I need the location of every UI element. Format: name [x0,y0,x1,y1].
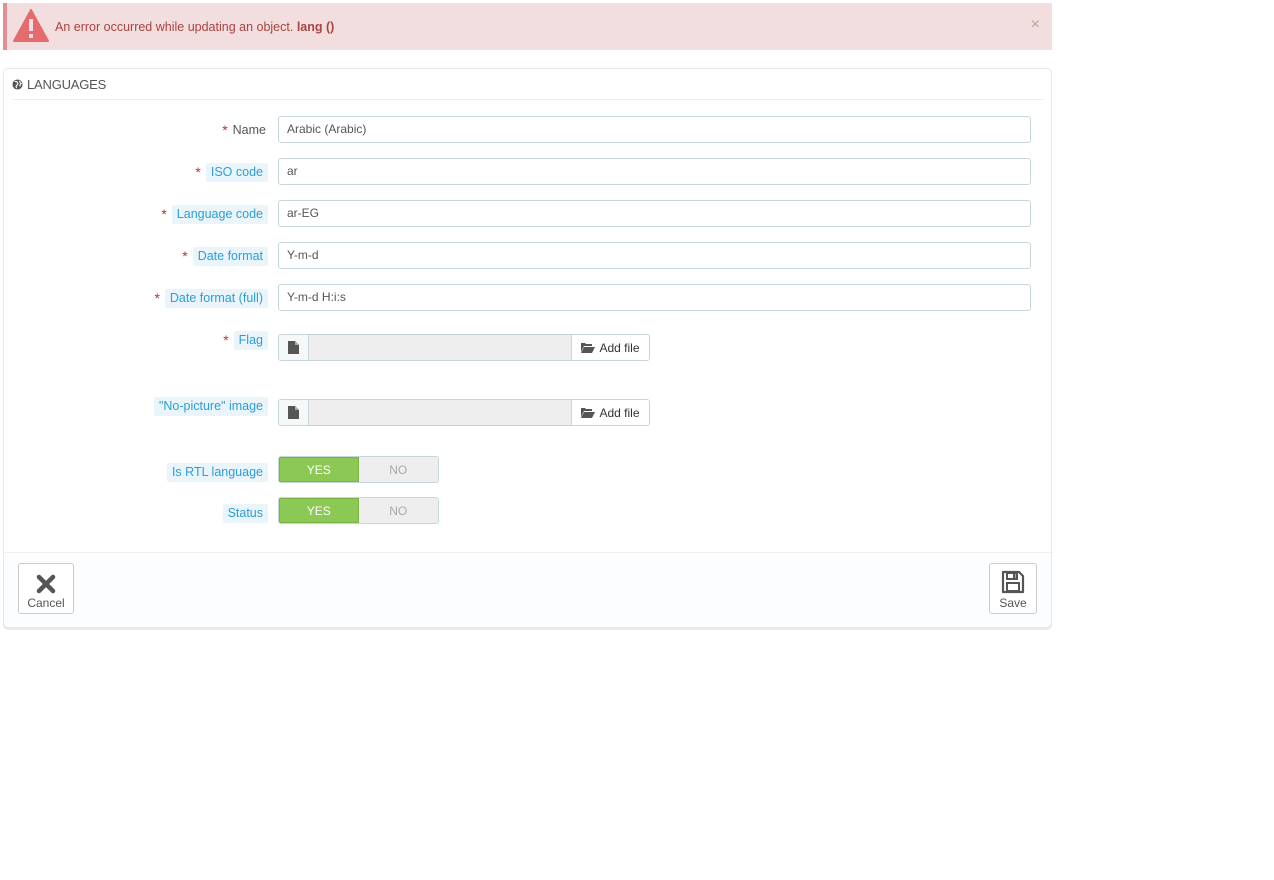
is-rtl-row: Is RTL language YES NO [4,456,1053,484]
is-rtl-no-option[interactable]: NO [358,457,438,482]
status-no-option[interactable]: NO [358,498,438,523]
flag-label[interactable]: Flag [233,330,268,350]
folder-open-icon [581,408,596,418]
cancel-button[interactable]: Cancel [18,563,74,614]
file-icon [279,400,309,425]
name-row: * Name Arabic (Arabic) [4,116,1053,144]
file-icon [279,335,309,360]
status-switch[interactable]: YES NO [278,497,439,524]
date-format-input[interactable]: Y-m-d [278,242,1031,269]
date-format-full-input[interactable]: Y-m-d H:i:s [278,284,1031,311]
panel-footer: Cancel Save [4,552,1051,627]
required-mark: * [223,332,229,348]
name-input[interactable]: Arabic (Arabic) [278,116,1031,143]
required-mark: * [161,206,167,222]
no-picture-row: "No-picture" image Add file [4,392,1053,426]
save-icon [1001,570,1025,594]
save-button[interactable]: Save [989,563,1037,614]
language-code-label-wrap: * Language code [161,200,268,228]
no-picture-file-name-field[interactable] [309,400,571,425]
language-code-row: * Language code ar-EG [4,200,1053,228]
folder-open-icon [581,343,596,353]
panel-title: LANGUAGES [27,76,107,92]
flag-file-upload: Add file [278,334,650,361]
languages-panel: LANGUAGES * Name Arabic (Arabic) * ISO c… [3,68,1052,628]
status-label[interactable]: Status [222,503,268,523]
date-format-row: * Date format Y-m-d [4,242,1053,270]
date-format-full-label[interactable]: Date format (full) [164,288,268,308]
name-label-wrap: * Name [222,116,271,144]
is-rtl-label-wrap: Is RTL language [166,458,268,486]
is-rtl-switch[interactable]: YES NO [278,456,439,483]
is-rtl-label[interactable]: Is RTL language [166,462,268,482]
required-mark: * [182,248,188,264]
date-format-full-label-wrap: * Date format (full) [154,284,268,312]
iso-code-label-wrap: * ISO code [195,158,268,186]
iso-code-input[interactable]: ar [278,158,1031,185]
name-label: Name [232,123,266,137]
globe-icon [12,78,23,90]
no-picture-label-wrap: "No-picture" image [153,392,268,420]
iso-code-label[interactable]: ISO code [205,162,268,182]
panel-heading: LANGUAGES [12,69,1043,100]
no-picture-label[interactable]: "No-picture" image [153,396,268,416]
status-yes-option[interactable]: YES [279,498,359,523]
no-picture-file-upload: Add file [278,399,650,426]
warning-icon [7,3,51,50]
required-mark: * [154,290,160,306]
date-format-label[interactable]: Date format [192,246,268,266]
date-format-full-row: * Date format (full) Y-m-d H:i:s [4,284,1053,312]
required-mark: * [222,122,228,138]
language-code-label[interactable]: Language code [171,204,268,224]
flag-add-file-button[interactable]: Add file [571,335,649,360]
flag-file-name-field[interactable] [309,335,571,360]
required-mark: * [195,164,201,180]
close-icon [36,574,56,594]
language-code-input[interactable]: ar-EG [278,200,1031,227]
no-picture-add-file-button[interactable]: Add file [571,400,649,425]
close-icon[interactable]: × [1031,17,1040,33]
error-message: An error occurred while updating an obje… [55,19,335,34]
status-row: Status YES NO [4,497,1053,525]
flag-row: * Flag Add file [4,326,1053,361]
flag-label-wrap: * Flag [223,326,268,354]
is-rtl-yes-option[interactable]: YES [279,457,359,482]
status-label-wrap: Status [222,499,268,527]
date-format-label-wrap: * Date format [182,242,268,270]
error-alert: An error occurred while updating an obje… [3,3,1052,50]
iso-code-row: * ISO code ar [4,158,1053,186]
